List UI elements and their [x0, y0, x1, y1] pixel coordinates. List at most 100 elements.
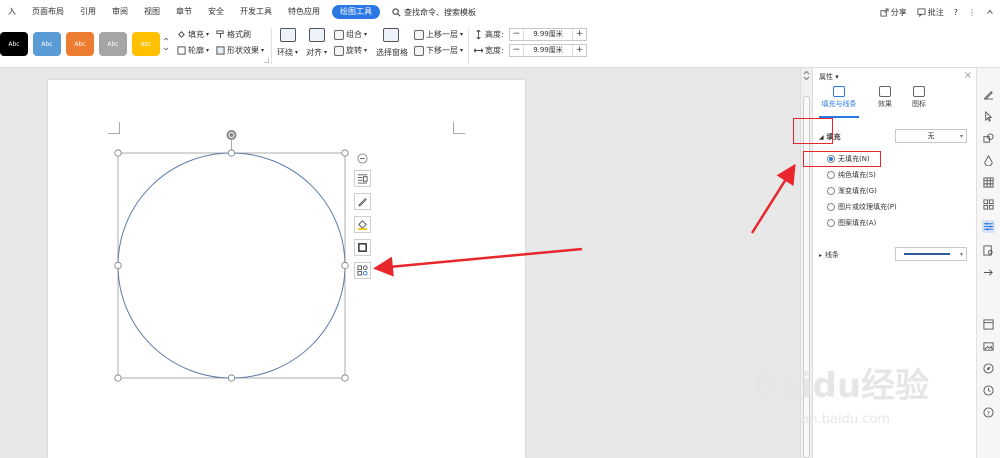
resize-handle[interactable] [341, 149, 349, 157]
resize-handle[interactable] [227, 149, 236, 157]
ribbon-divider [271, 28, 272, 64]
dialog-launcher-icon[interactable] [264, 58, 269, 63]
fill-option-picture[interactable]: 图片或纹理填充(P) [827, 202, 897, 212]
shape-style-gold[interactable]: Abc [132, 32, 160, 56]
expand-triangle-icon: ▸ [819, 251, 823, 259]
tab-developer[interactable]: 开发工具 [232, 0, 280, 24]
shape-style-black[interactable]: Abc [0, 32, 28, 56]
fill-quick-button[interactable] [354, 216, 371, 233]
width-increase-button[interactable]: + [573, 45, 586, 56]
layout-options-button[interactable] [354, 170, 371, 187]
tab-insert[interactable]: 入 [0, 0, 24, 24]
more-menu-button[interactable]: ⋮ [968, 8, 976, 17]
panel-layout-icon[interactable] [982, 318, 995, 331]
share-arrow-icon[interactable] [982, 266, 995, 279]
height-value[interactable]: 9.99厘米 [523, 29, 573, 40]
fill-option-solid[interactable]: 纯色填充(S) [827, 170, 876, 180]
fill-option-gradient[interactable]: 渐变填充(G) [827, 186, 877, 196]
width-icon [474, 48, 483, 53]
outline-quick-button[interactable] [354, 193, 371, 210]
resize-handle[interactable] [114, 374, 122, 382]
shape-style-blue[interactable]: Abc [33, 32, 61, 56]
select-cursor-icon[interactable] [982, 110, 995, 123]
image-icon[interactable] [982, 340, 995, 353]
properties-sliders-icon[interactable] [982, 220, 995, 233]
pen-outline-icon [177, 46, 186, 55]
circle-shape[interactable] [117, 152, 346, 379]
shape-style-gray[interactable]: Abc [99, 32, 127, 56]
resize-handle[interactable] [341, 261, 349, 270]
fill-type-dropdown[interactable]: 无 ▾ [895, 129, 967, 143]
send-backward-button[interactable]: 下移一层 ▾ [414, 45, 463, 56]
tab-drawing-tools[interactable]: 绘图工具 [332, 5, 380, 19]
resize-handle[interactable] [114, 149, 122, 157]
fill-color-icon[interactable] [982, 154, 995, 167]
style-gallery-expand-icon[interactable] [163, 38, 169, 50]
wrap-icon [280, 28, 296, 42]
more-options-button[interactable] [354, 262, 371, 279]
fill-button[interactable]: 填充 ▾ [177, 29, 209, 40]
document-search-icon[interactable] [982, 244, 995, 257]
shape-effect-button[interactable]: 形状效果 ▾ [216, 45, 264, 56]
comment-button[interactable]: 批注 [917, 7, 944, 18]
radio-button[interactable] [827, 171, 835, 179]
panel-title[interactable]: 属性 ▾ [819, 72, 839, 82]
share-icon [880, 7, 889, 17]
tab-chapter[interactable]: 章节 [168, 0, 200, 24]
tab-page-layout[interactable]: 页面布局 [24, 0, 72, 24]
paint-bucket-icon [178, 31, 185, 38]
tab-review[interactable]: 审阅 [104, 0, 136, 24]
resize-handle[interactable] [227, 374, 236, 382]
effect-icon [216, 46, 225, 55]
width-decrease-button[interactable]: − [510, 45, 523, 56]
shapes-icon[interactable] [982, 132, 995, 145]
compass-icon[interactable] [982, 362, 995, 375]
document-page[interactable] [48, 80, 525, 458]
wrap-button[interactable]: 环绕 ▾ [277, 47, 298, 58]
height-stepper[interactable]: − 9.99厘米 + [509, 28, 587, 41]
bring-forward-button[interactable]: 上移一层 ▾ [414, 29, 463, 40]
tab-special[interactable]: 特色应用 [280, 0, 328, 24]
width-value[interactable]: 9.99厘米 [523, 45, 573, 56]
selection-pane-button[interactable]: 选择窗格 [376, 47, 408, 58]
close-icon[interactable]: × [964, 70, 972, 81]
resize-handle[interactable] [114, 261, 122, 270]
collapse-ribbon-icon[interactable] [986, 8, 994, 16]
tab-icons[interactable]: 图标 [899, 86, 939, 109]
help-circle-icon[interactable]: ? [982, 406, 995, 419]
align-icon [309, 28, 325, 42]
tab-references[interactable]: 引用 [72, 0, 104, 24]
resize-handle[interactable] [341, 374, 349, 382]
rotate-button[interactable]: 旋转 ▾ [334, 45, 367, 56]
radio-button[interactable] [827, 187, 835, 195]
line-style-dropdown[interactable]: ▾ [895, 247, 967, 261]
height-increase-button[interactable]: + [573, 29, 586, 40]
group-button[interactable]: 组合 ▾ [334, 29, 367, 40]
history-icon[interactable] [982, 384, 995, 397]
command-search[interactable]: 查找命令、搜索模板 [384, 7, 476, 18]
help-button[interactable]: ? [954, 8, 958, 17]
width-stepper[interactable]: − 9.99厘米 + [509, 44, 587, 57]
radio-button[interactable] [827, 203, 835, 211]
shape-border-button[interactable] [354, 239, 371, 256]
height-decrease-button[interactable]: − [510, 29, 523, 40]
shape-style-orange[interactable]: Abc [66, 32, 94, 56]
outline-button[interactable]: 轮廓 ▾ [177, 45, 209, 56]
tab-security[interactable]: 安全 [200, 0, 232, 24]
fill-option-pattern[interactable]: 图案填充(A) [827, 218, 876, 228]
tab-fill-and-line[interactable]: 填充与线条 [819, 86, 859, 109]
fill-line-icon [833, 86, 845, 97]
radio-button[interactable] [827, 219, 835, 227]
selected-shape[interactable] [48, 80, 525, 458]
share-button[interactable]: 分享 [880, 7, 907, 18]
table-icon[interactable] [982, 176, 995, 189]
collapse-toolbar-button[interactable] [354, 152, 371, 164]
highlight-box [803, 151, 881, 167]
rotation-handle-icon[interactable] [226, 130, 237, 140]
grid-apps-icon[interactable] [982, 198, 995, 211]
line-section-header[interactable]: ▸ 线条 [819, 250, 839, 260]
edit-pen-icon[interactable] [982, 88, 995, 101]
format-painter-button[interactable]: 格式刷 [216, 29, 251, 40]
align-button[interactable]: 对齐 ▾ [306, 47, 327, 58]
tab-view[interactable]: 视图 [136, 0, 168, 24]
